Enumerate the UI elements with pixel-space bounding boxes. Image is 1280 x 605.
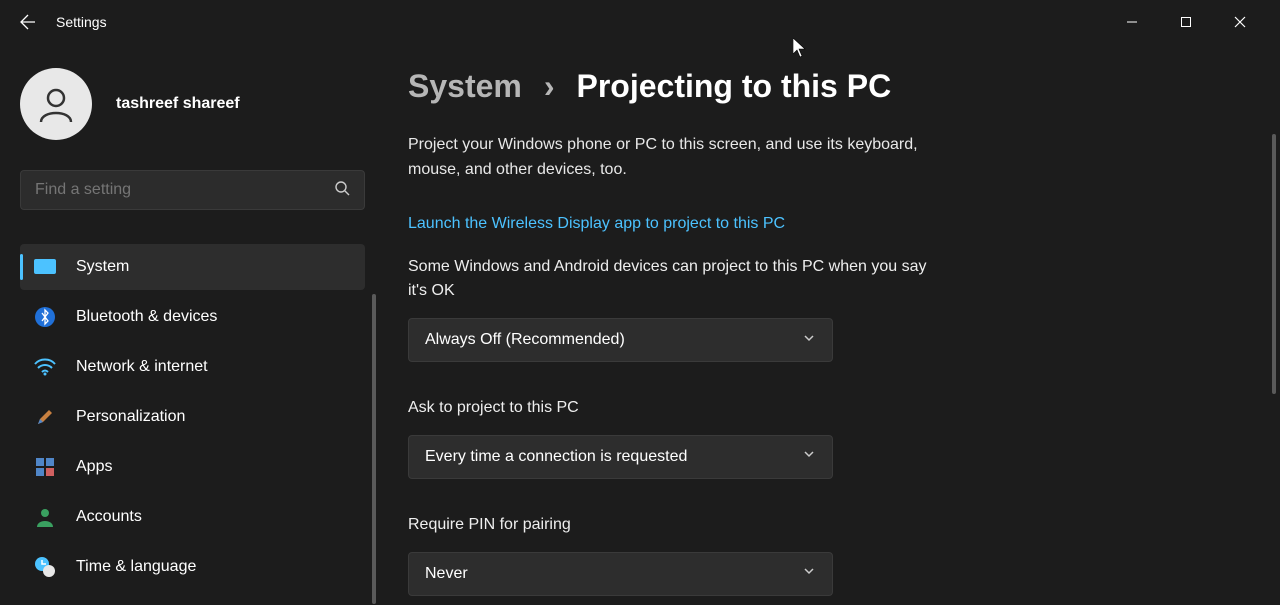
sidebar-item-label: Apps [76,458,112,476]
clock-globe-icon [34,556,56,578]
avatar [20,68,92,140]
close-button[interactable] [1230,16,1250,28]
chevron-down-icon [802,447,816,466]
sidebar-item-accounts[interactable]: Accounts [20,494,365,540]
dropdown-value: Always Off (Recommended) [425,331,625,349]
maximize-button[interactable] [1176,16,1196,28]
chevron-right-icon: › [544,68,555,105]
sidebar-item-system[interactable]: System [20,244,365,290]
account-icon [34,506,56,528]
require-pin-dropdown[interactable]: Never [408,552,833,596]
sidebar-item-label: Personalization [76,408,185,426]
sidebar-item-label: Bluetooth & devices [76,308,217,326]
paintbrush-icon [34,406,56,428]
profile[interactable]: tashreef shareef [20,68,368,140]
search-input[interactable] [35,181,334,199]
ask-project-dropdown[interactable]: Every time a connection is requested [408,435,833,479]
sidebar-item-label: Accounts [76,508,142,526]
minimize-button[interactable] [1122,16,1142,28]
arrow-left-icon [20,14,36,30]
dropdown-value: Every time a connection is requested [425,448,687,466]
user-name: tashreef shareef [116,95,240,113]
breadcrumb-parent[interactable]: System [408,68,522,105]
sidebar-item-network[interactable]: Network & internet [20,344,365,390]
search-box[interactable] [20,170,365,210]
setting-label-ask-project: Ask to project to this PC [408,396,948,421]
sidebar-item-label: Network & internet [76,358,208,376]
nav-list: System Bluetooth & devices Network & int… [20,244,365,590]
sidebar-item-label: Time & language [76,558,196,576]
dropdown-value: Never [425,565,468,583]
display-icon [34,256,56,278]
sidebar-item-personalization[interactable]: Personalization [20,394,365,440]
sidebar-item-label: System [76,258,129,276]
apps-icon [34,456,56,478]
person-icon [36,84,76,124]
content-scrollbar[interactable] [1272,134,1276,394]
chevron-down-icon [802,331,816,350]
chevron-down-icon [802,564,816,583]
sidebar: tashreef shareef System Bluetooth & devi… [0,44,376,605]
title-bar: Settings [0,0,1280,44]
search-icon [334,180,350,201]
setting-label-require-pin: Require PIN for pairing [408,513,948,538]
sidebar-item-apps[interactable]: Apps [20,444,365,490]
setting-label-project-permission: Some Windows and Android devices can pro… [408,255,948,305]
page-description: Project your Windows phone or PC to this… [408,133,968,183]
project-permission-dropdown[interactable]: Always Off (Recommended) [408,318,833,362]
back-button[interactable] [10,4,46,40]
wifi-icon [34,356,56,378]
sidebar-item-time-language[interactable]: Time & language [20,544,365,590]
breadcrumb: System › Projecting to this PC [408,68,1280,105]
sidebar-item-bluetooth[interactable]: Bluetooth & devices [20,294,365,340]
content-area: System › Projecting to this PC Project y… [376,44,1280,605]
launch-wireless-display-link[interactable]: Launch the Wireless Display app to proje… [408,215,785,233]
page-title: Projecting to this PC [577,68,892,105]
app-title: Settings [56,14,107,30]
bluetooth-icon [34,306,56,328]
